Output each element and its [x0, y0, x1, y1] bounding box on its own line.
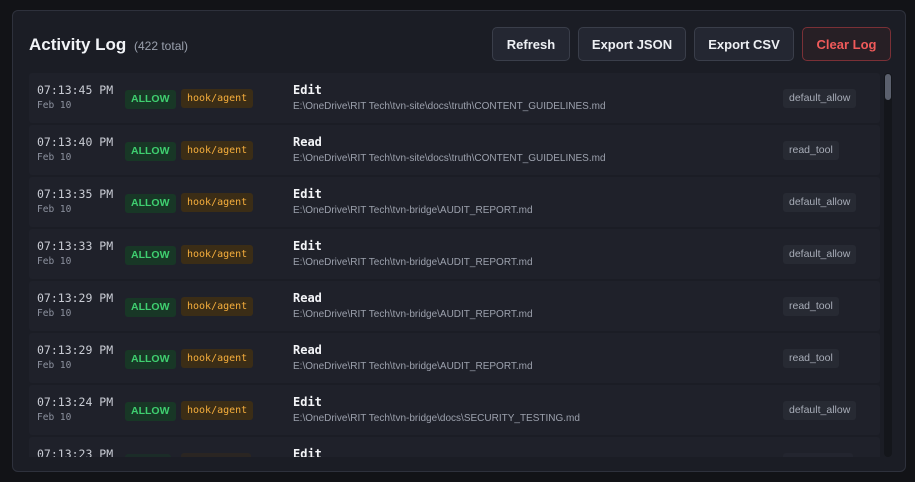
source-badge: hook/agent	[181, 401, 254, 420]
log-row[interactable]: 07:13:29 PM Feb 10 ALLOW hook/agent Read…	[29, 333, 880, 383]
entry-time: 07:13:23 PM	[37, 447, 114, 457]
log-row[interactable]: 07:13:35 PM Feb 10 ALLOW hook/agent Edit…	[29, 177, 880, 227]
log-row[interactable]: 07:13:33 PM Feb 10 ALLOW hook/agent Edit…	[29, 229, 880, 279]
reason-badge: default_allow	[783, 193, 857, 212]
tool-name: Read	[293, 343, 322, 357]
source-badge: hook/agent	[181, 245, 254, 264]
file-path: E:\OneDrive\RIT Tech\tvn-bridge\AUDIT_RE…	[293, 361, 533, 372]
entry-date: Feb 10	[37, 360, 72, 371]
clear-log-button[interactable]: Clear Log	[802, 27, 891, 61]
entry-date: Feb 10	[37, 308, 72, 319]
entry-time: 07:13:35 PM	[37, 187, 114, 201]
log-list[interactable]: 07:13:45 PM Feb 10 ALLOW hook/agent Edit…	[29, 73, 880, 457]
file-path: E:\OneDrive\RIT Tech\tvn-site\docs\truth…	[293, 101, 606, 112]
file-path: E:\OneDrive\RIT Tech\tvn-bridge\AUDIT_RE…	[293, 309, 533, 320]
decision-badge: ALLOW	[125, 402, 176, 421]
entry-date: Feb 10	[37, 412, 72, 423]
reason-badge: read_tool	[783, 297, 839, 316]
entry-date: Feb 10	[37, 256, 72, 267]
tool-name: Read	[293, 291, 322, 305]
decision-badge: ALLOW	[125, 246, 176, 265]
tool-name: Read	[293, 135, 322, 149]
log-row[interactable]: 07:13:23 PM Edit	[29, 437, 880, 457]
decision-badge: ALLOW	[125, 194, 176, 213]
file-path: E:\OneDrive\RIT Tech\tvn-bridge\AUDIT_RE…	[293, 257, 533, 268]
decision-badge: ALLOW	[125, 142, 176, 161]
file-path: E:\OneDrive\RIT Tech\tvn-site\docs\truth…	[293, 153, 606, 164]
log-row[interactable]: 07:13:40 PM Feb 10 ALLOW hook/agent Read…	[29, 125, 880, 175]
entry-time: 07:13:29 PM	[37, 291, 114, 305]
reason-badge: read_tool	[783, 349, 839, 368]
entry-time: 07:13:29 PM	[37, 343, 114, 357]
export-csv-button[interactable]: Export CSV	[694, 27, 794, 61]
reason-badge	[783, 453, 853, 457]
page-title: Activity Log	[29, 35, 127, 54]
decision-badge: ALLOW	[125, 350, 176, 369]
entry-time: 07:13:45 PM	[37, 83, 114, 97]
source-badge: hook/agent	[181, 89, 254, 108]
log-row[interactable]: 07:13:29 PM Feb 10 ALLOW hook/agent Read…	[29, 281, 880, 331]
source-badge	[181, 453, 251, 457]
entry-date: Feb 10	[37, 204, 72, 215]
source-badge: hook/agent	[181, 193, 254, 212]
tool-name: Edit	[293, 395, 322, 409]
decision-badge	[125, 454, 171, 457]
tool-name: Edit	[293, 187, 322, 201]
entry-time: 07:13:24 PM	[37, 395, 114, 409]
reason-badge: default_allow	[783, 401, 857, 420]
tool-name: Edit	[293, 447, 322, 457]
log-scrollbar[interactable]	[884, 73, 892, 457]
scrollbar-thumb[interactable]	[885, 74, 891, 100]
entry-date: Feb 10	[37, 100, 72, 111]
log-row[interactable]: 07:13:45 PM Feb 10 ALLOW hook/agent Edit…	[29, 73, 880, 123]
entry-date: Feb 10	[37, 152, 72, 163]
reason-badge: default_allow	[783, 89, 857, 108]
export-json-button[interactable]: Export JSON	[578, 27, 686, 61]
tool-name: Edit	[293, 239, 322, 253]
activity-log-panel: Activity Log (422 total) Refresh Export …	[12, 10, 906, 472]
source-badge: hook/agent	[181, 349, 254, 368]
source-badge: hook/agent	[181, 141, 254, 160]
reason-badge: read_tool	[783, 141, 839, 160]
entry-time: 07:13:33 PM	[37, 239, 114, 253]
tool-name: Edit	[293, 83, 322, 97]
decision-badge: ALLOW	[125, 298, 176, 317]
decision-badge: ALLOW	[125, 90, 176, 109]
log-row[interactable]: 07:13:24 PM Feb 10 ALLOW hook/agent Edit…	[29, 385, 880, 435]
entry-time: 07:13:40 PM	[37, 135, 114, 149]
reason-badge: default_allow	[783, 245, 857, 264]
total-count: (422 total)	[134, 39, 189, 53]
panel-header: Activity Log (422 total) Refresh Export …	[13, 11, 905, 77]
file-path: E:\OneDrive\RIT Tech\tvn-bridge\docs\SEC…	[293, 413, 580, 424]
source-badge: hook/agent	[181, 297, 254, 316]
refresh-button[interactable]: Refresh	[492, 27, 570, 61]
file-path: E:\OneDrive\RIT Tech\tvn-bridge\AUDIT_RE…	[293, 205, 533, 216]
